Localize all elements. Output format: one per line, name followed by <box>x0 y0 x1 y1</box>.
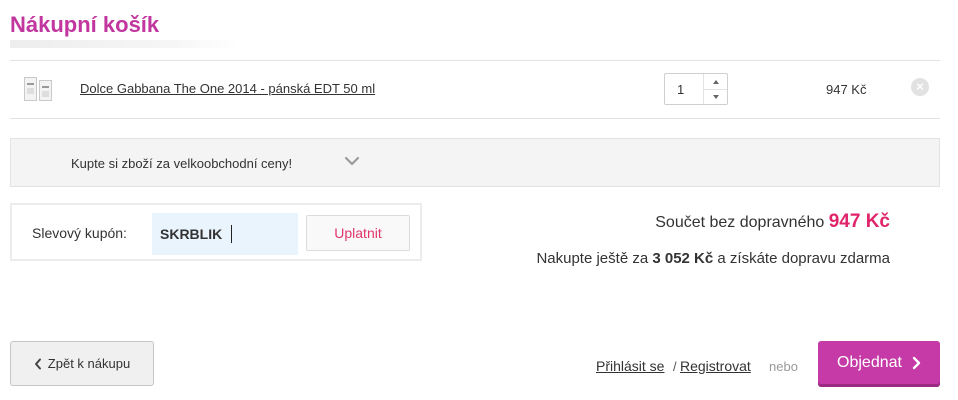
subtotal-label: Součet bez dopravného <box>655 214 825 231</box>
quantity-stepper[interactable]: 1 <box>664 73 728 105</box>
chevron-right-icon <box>912 356 921 369</box>
order-button-label: Objednat <box>837 353 902 371</box>
free-shipping-prefix: Nakupte ještě za <box>536 250 649 267</box>
chevron-down-icon <box>344 156 360 166</box>
text-cursor <box>231 225 232 243</box>
cart-row: Dolce Gabbana The One 2014 - pánská EDT … <box>10 60 940 119</box>
quantity-arrows <box>703 74 727 104</box>
login-link[interactable]: Přihlásit se <box>596 358 664 374</box>
coupon-box: Slevový kupón: Uplatnit <box>10 203 422 261</box>
wholesale-toggle[interactable]: Kupte si zboží za velkoobchodní ceny! <box>10 138 940 187</box>
quantity-increase-button[interactable] <box>704 74 727 90</box>
product-name-link[interactable]: Dolce Gabbana The One 2014 - pánská EDT … <box>80 81 375 96</box>
quantity-decrease-button[interactable] <box>704 89 727 104</box>
item-price: 947 Kč <box>826 82 867 97</box>
chevron-left-icon <box>34 358 41 369</box>
subtotal-line: Součet bez dopravného 947 Kč <box>655 211 890 233</box>
subtotal-amount: 947 Kč <box>828 211 890 232</box>
back-button-label: Zpět k nákupu <box>47 356 131 371</box>
free-shipping-line: Nakupte ještě za 3 052 Kč a získáte dopr… <box>536 250 890 267</box>
remove-icon[interactable]: × <box>911 78 929 96</box>
arrow-down-icon <box>712 94 719 99</box>
apply-coupon-button[interactable]: Uplatnit <box>306 215 410 251</box>
free-shipping-suffix: a získáte dopravu zdarma <box>717 250 890 267</box>
arrow-up-icon <box>712 79 719 84</box>
link-separator: / <box>673 359 677 374</box>
title-underline <box>10 40 240 48</box>
or-text: nebo <box>769 359 798 374</box>
page-title: Nákupní košík <box>10 12 160 37</box>
order-button[interactable]: Objednat <box>818 341 940 384</box>
perfume-bottle-icon[interactable] <box>24 77 54 103</box>
wholesale-text: Kupte si zboží za velkoobchodní ceny! <box>71 156 293 171</box>
coupon-input[interactable] <box>152 213 298 255</box>
coupon-label: Slevový kupón: <box>32 225 127 241</box>
register-link[interactable]: Registrovat <box>680 358 751 374</box>
quantity-value[interactable]: 1 <box>677 82 684 97</box>
back-to-shopping-button[interactable]: Zpět k nákupu <box>10 341 154 386</box>
free-shipping-amount: 3 052 Kč <box>652 250 714 267</box>
